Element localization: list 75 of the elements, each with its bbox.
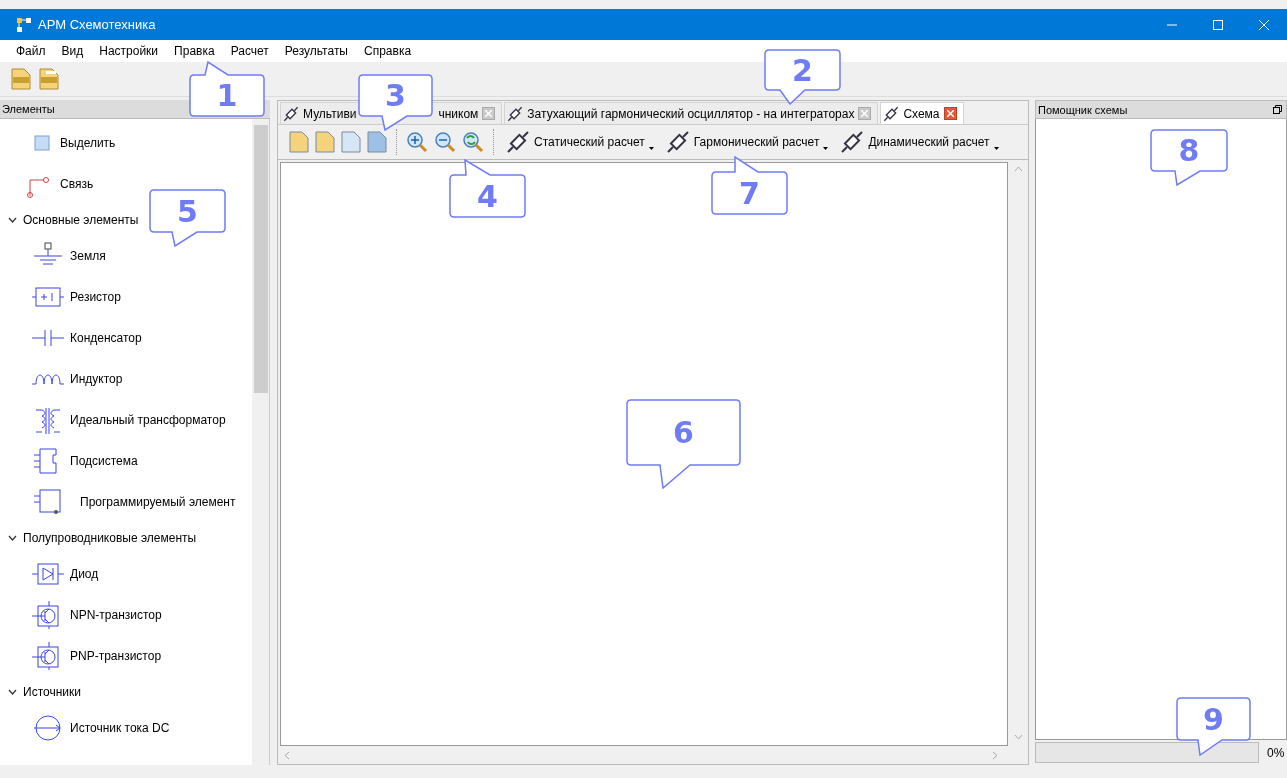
window-title: АРМ Схемотехника [38,17,156,32]
inductor-icon [32,372,64,385]
callout: 9 [1176,697,1251,756]
close-icon [1259,19,1269,30]
close-icon[interactable] [482,107,496,120]
element-item[interactable]: Источник тока DC [70,720,170,735]
zoom-out-icon[interactable] [433,130,457,154]
file-icon[interactable] [288,130,310,154]
chevron-icon[interactable] [8,534,17,541]
category-label[interactable]: Основные элементы [23,212,139,227]
callout: 3 [358,74,433,131]
dropdown-icon [648,147,654,150]
element-item[interactable]: Резистор [70,289,121,304]
document-icon[interactable] [10,67,32,91]
save-icon[interactable] [340,130,362,154]
programmable-block-icon [32,487,64,516]
element-item[interactable]: Индуктор [70,371,123,386]
refresh-zoom-icon[interactable] [461,130,485,154]
menu-item[interactable]: Результаты [276,44,356,58]
analysis-button[interactable]: Статический расчет [502,130,658,154]
document-tab[interactable]: Затухающий гармонический осциллятор - на интеграторах [504,102,879,124]
zoom-in-icon[interactable] [405,130,429,154]
document-icon[interactable] [38,67,60,91]
file-icon[interactable] [314,130,336,154]
chevron-icon[interactable] [8,688,17,695]
callout: 8 [1150,129,1228,186]
menu-item[interactable]: Настройки [91,44,167,58]
chevron-icon[interactable] [8,216,17,223]
element-item[interactable]: PNP-транзистор [70,648,162,663]
scrollbar[interactable] [252,119,269,765]
element-item[interactable]: Выделить [60,135,116,150]
callout: 6 [626,399,741,489]
menu-item[interactable]: Файл [8,44,54,58]
element-item[interactable]: Программируемый элемент [80,494,236,509]
dropdown-icon [823,147,829,150]
menu-item[interactable]: Вид [53,44,92,58]
element-item[interactable]: NPN-транзистор [70,607,162,622]
menu-item[interactable]: Правка [166,44,223,58]
save-icon[interactable] [366,130,388,154]
dropdown-icon [993,147,999,150]
analysis-button[interactable]: Гармонический расчет [661,130,833,154]
callout: 7 [711,156,788,215]
callout: 4 [449,159,526,218]
progress-reading: 0% [1267,745,1285,760]
scroll-down-icon[interactable] [1013,734,1023,740]
callout: 5 [149,189,226,247]
square-icon [34,134,50,151]
scroll-up-icon[interactable] [1013,166,1023,172]
current-source-icon [32,713,64,742]
element-item[interactable]: Связь [60,176,94,191]
callout: 1 [189,61,265,117]
resistor-tool-icon [283,105,299,122]
category-label[interactable]: Источники [23,684,81,699]
close-icon[interactable] [858,107,872,120]
menu-item[interactable]: Расчет [222,44,277,58]
category-label[interactable]: Полупроводниковые элементы [23,530,197,545]
minimize-icon [1167,23,1177,26]
restore-icon[interactable] [1273,105,1282,114]
scroll-right-icon[interactable] [992,750,998,760]
element-item[interactable]: Конденсатор [70,330,142,345]
element-item[interactable]: Подсистема [70,453,138,468]
analysis-button[interactable]: Динамический расчет [836,130,1003,154]
maximize-icon [1213,19,1223,30]
menu-item[interactable]: Справка [356,44,420,58]
scroll-left-icon[interactable] [284,750,290,760]
app-icon [16,16,32,33]
resistor-tool-icon [507,105,524,122]
element-item[interactable]: Диод [70,566,99,581]
panel-title: Помощник схемы [1038,103,1128,116]
resistor-tool-icon [883,105,900,122]
callout: 2 [764,49,841,105]
element-item[interactable]: Идеальный трансформатор [70,412,226,427]
element-item[interactable]: Земля [70,248,106,263]
close-icon[interactable] [943,107,957,120]
document-tab[interactable]: Схема [880,102,964,124]
